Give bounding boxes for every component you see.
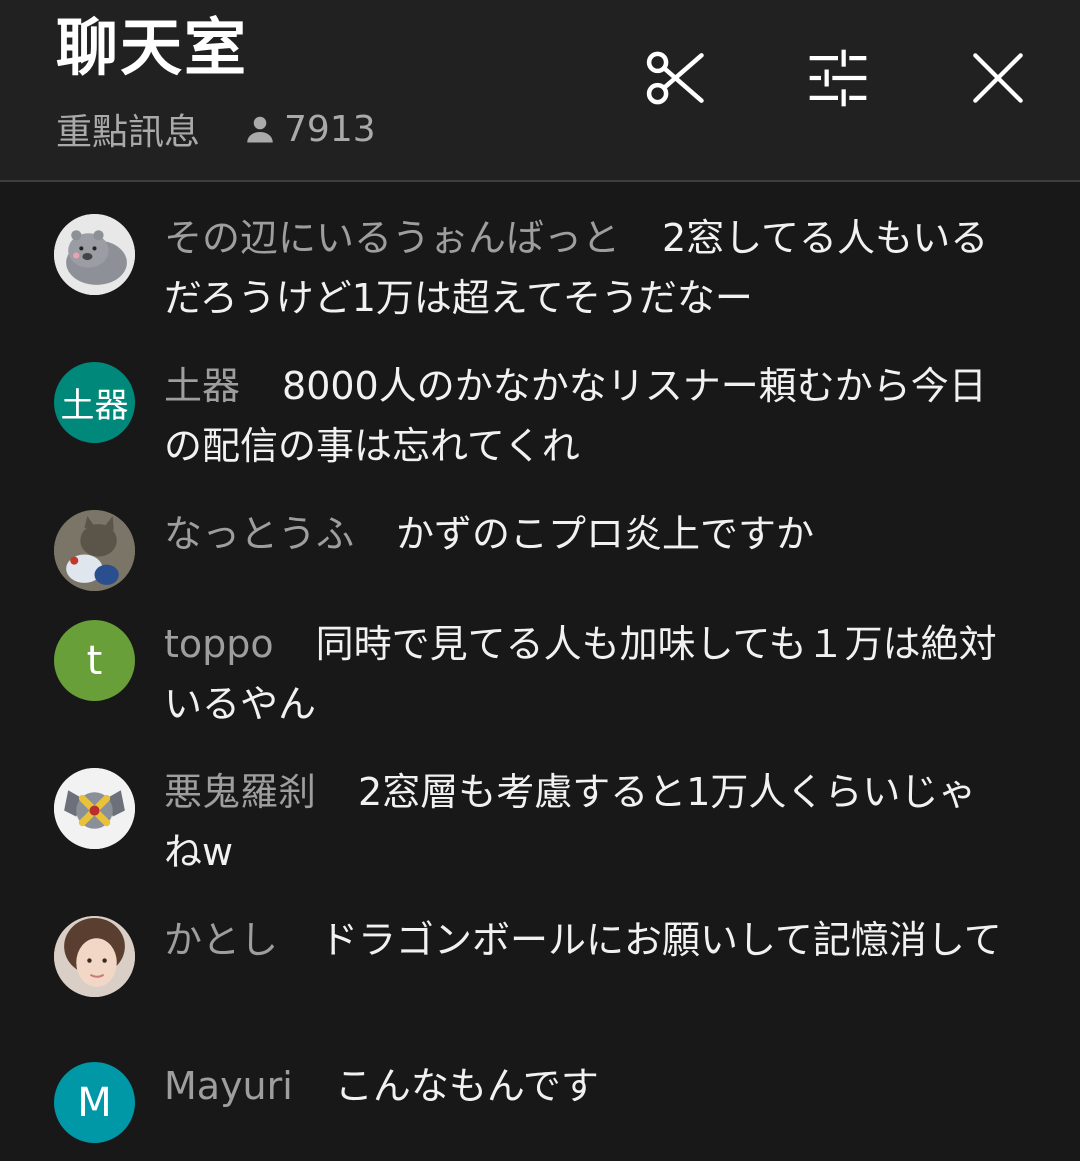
- person-photo-avatar-icon: [54, 916, 135, 997]
- chat-subtitle: 重點訊息 7913: [56, 104, 376, 154]
- message-text: 8000人のかなかなリスナー頼むから今日の配信の事は忘れてくれ: [164, 364, 987, 468]
- message-text: ドラゴンボールにお願いして記憶消して: [320, 918, 1002, 962]
- avatar[interactable]: [54, 768, 135, 849]
- author-name[interactable]: なっとうふ: [164, 512, 354, 556]
- avatar[interactable]: [54, 510, 135, 591]
- avatar-initial: t: [86, 637, 103, 684]
- close-icon: [973, 53, 1023, 103]
- chat-title: 聊天室: [56, 11, 249, 84]
- message-content: 土器 8000人のかなかなリスナー頼むから今日の配信の事は忘れてくれ: [164, 356, 1014, 476]
- avatar[interactable]: M: [54, 1062, 135, 1143]
- viewer-count: 7913: [242, 109, 376, 150]
- wombat-avatar-icon: [54, 214, 135, 295]
- author-name[interactable]: その辺にいるうぉんばっと: [164, 216, 620, 260]
- message-content: toppo 同時で見てる人も加味しても１万は絶対いるやん: [164, 614, 1014, 734]
- viewer-count-value: 7913: [284, 108, 376, 150]
- avatar[interactable]: t: [54, 620, 135, 701]
- character-avatar-icon: [54, 768, 135, 849]
- avatar-initial: M: [77, 1079, 112, 1126]
- message-text: こんなもんです: [334, 1064, 599, 1108]
- author-name[interactable]: 土器: [164, 364, 240, 408]
- author-name[interactable]: かとし: [164, 918, 278, 962]
- chat-header: 聊天室 重點訊息 7913: [0, 0, 1080, 182]
- clip-icon: [646, 51, 704, 105]
- author-name[interactable]: 悪鬼羅刹: [164, 770, 316, 814]
- author-name[interactable]: toppo: [164, 622, 274, 666]
- message-content: かとし ドラゴンボールにお願いして記憶消して: [164, 910, 1014, 970]
- person-icon: [247, 116, 273, 143]
- avatar[interactable]: [54, 214, 135, 295]
- filter-button[interactable]: [800, 40, 876, 116]
- message-content: Mayuri こんなもんです: [164, 1056, 1014, 1116]
- chat-mode-label[interactable]: 重點訊息: [56, 103, 200, 155]
- author-name[interactable]: Mayuri: [164, 1064, 293, 1108]
- clip-button[interactable]: [638, 40, 714, 116]
- message-content: その辺にいるうぉんばっと 2窓してる人もいるだろうけど1万は超えてそうだなー: [164, 208, 1014, 328]
- cat-photo-avatar-icon: [54, 510, 135, 591]
- close-button[interactable]: [960, 40, 1036, 116]
- avatar[interactable]: [54, 916, 135, 997]
- message-content: 悪鬼羅刹 2窓層も考慮すると1万人くらいじゃねw: [164, 762, 1014, 882]
- avatar[interactable]: 土器: [54, 362, 135, 443]
- message-text: かずのこプロ炎上ですか: [396, 512, 815, 556]
- avatar-initials: 土器: [60, 386, 129, 426]
- message-content: なっとうふ かずのこプロ炎上ですか: [164, 504, 1014, 564]
- message-text: 同時で見てる人も加味しても１万は絶対いるやん: [164, 622, 997, 726]
- filter-sliders-icon: [809, 49, 867, 107]
